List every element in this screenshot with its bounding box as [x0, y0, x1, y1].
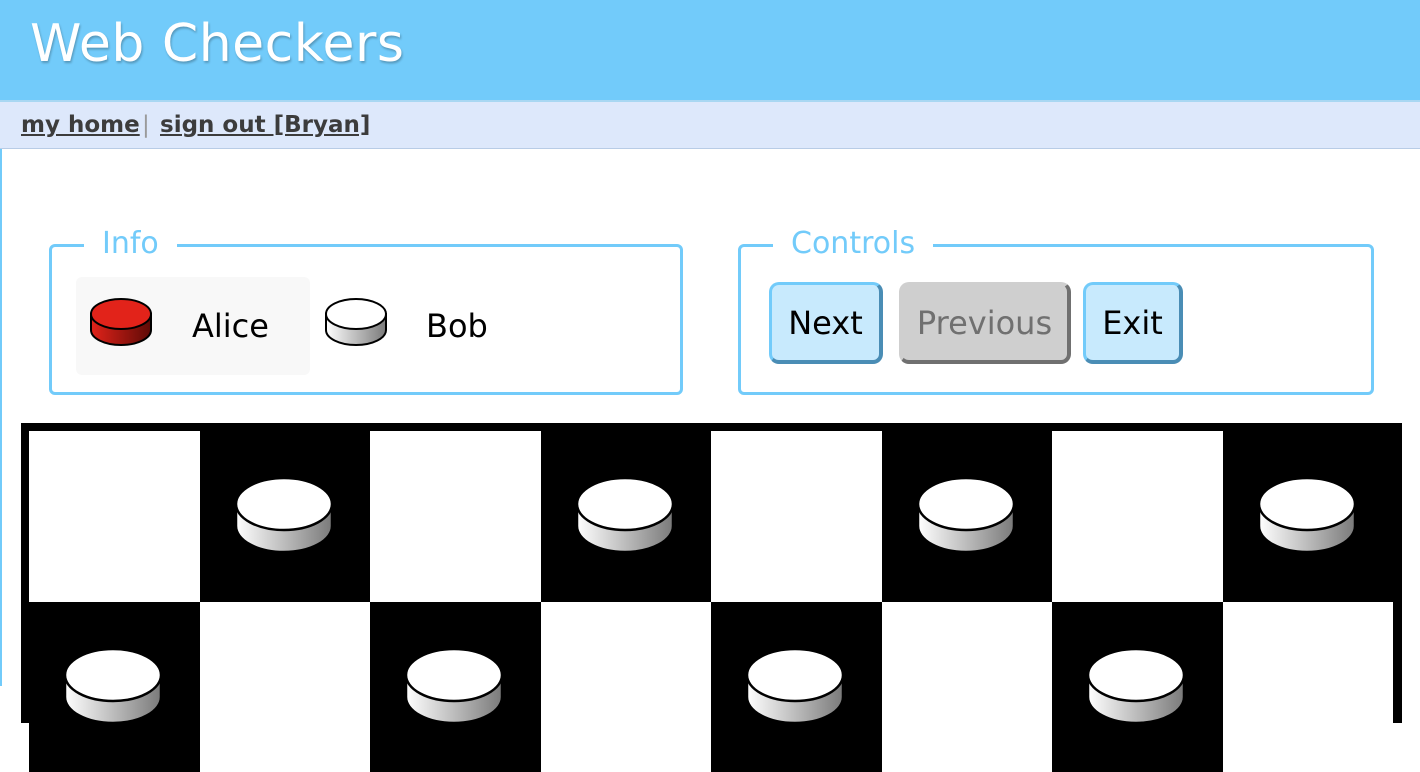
red-piece-icon	[89, 297, 153, 349]
sign-out-link[interactable]: sign out [Bryan]	[160, 112, 370, 138]
player-name-red: Alice	[192, 307, 269, 345]
board-square[interactable]	[1052, 431, 1223, 602]
board-square[interactable]	[1223, 431, 1394, 602]
my-home-link[interactable]: my home	[21, 112, 140, 138]
checkers-board	[29, 431, 1393, 772]
previous-button[interactable]: Previous	[899, 282, 1071, 364]
white-checker-piece-icon[interactable]	[745, 647, 845, 727]
white-checker-piece-icon[interactable]	[575, 476, 675, 556]
controls-legend: Controls	[773, 224, 933, 264]
board-square[interactable]	[200, 602, 371, 772]
board-square[interactable]	[711, 602, 882, 772]
exit-button[interactable]: Exit	[1083, 282, 1183, 364]
board-square[interactable]	[370, 431, 541, 602]
checkers-board-frame	[21, 423, 1402, 723]
white-checker-piece-icon[interactable]	[234, 476, 334, 556]
board-square[interactable]	[882, 431, 1053, 602]
board-square[interactable]	[29, 602, 200, 772]
board-square[interactable]	[29, 431, 200, 602]
nav-bar: my home | sign out [Bryan]	[0, 102, 1420, 149]
info-panel: Info Alice Bob	[49, 244, 683, 395]
page-left-rule	[0, 149, 2, 686]
board-square[interactable]	[1223, 602, 1394, 772]
board-square[interactable]	[711, 431, 882, 602]
player-name-white: Bob	[426, 307, 488, 345]
board-square[interactable]	[1052, 602, 1223, 772]
white-checker-piece-icon[interactable]	[63, 647, 163, 727]
white-checker-piece-icon[interactable]	[916, 476, 1016, 556]
white-piece-icon	[324, 297, 388, 349]
controls-panel: Controls Next Previous Exit	[738, 244, 1374, 395]
info-legend: Info	[84, 224, 177, 264]
next-button[interactable]: Next	[769, 282, 883, 364]
app-title: Web Checkers	[30, 14, 404, 74]
board-square[interactable]	[200, 431, 371, 602]
app-header: Web Checkers	[0, 0, 1420, 102]
board-square[interactable]	[541, 602, 712, 772]
board-square[interactable]	[541, 431, 712, 602]
white-checker-piece-icon[interactable]	[1257, 476, 1357, 556]
white-checker-piece-icon[interactable]	[1086, 647, 1186, 727]
white-checker-piece-icon[interactable]	[404, 647, 504, 727]
board-square[interactable]	[882, 602, 1053, 772]
board-square[interactable]	[370, 602, 541, 772]
nav-separator: |	[142, 112, 150, 138]
